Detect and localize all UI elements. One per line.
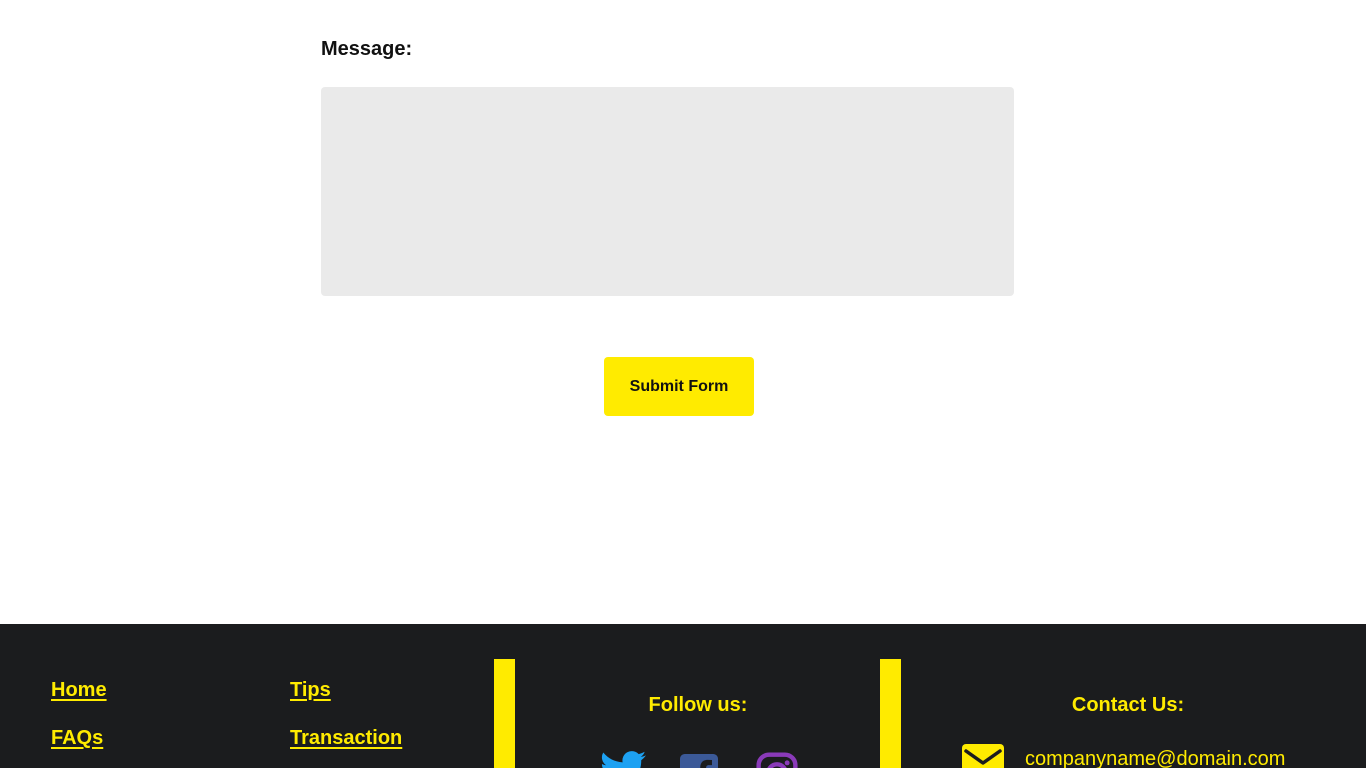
contact-email-link[interactable]: companyname@domain.com xyxy=(1025,748,1285,768)
footer-link-transaction[interactable]: Transaction xyxy=(290,727,402,750)
page: Message: Submit Form Home FAQs Tips Tran… xyxy=(0,0,1366,768)
contact-us-heading: Contact Us: xyxy=(1071,694,1185,716)
footer-link-faqs[interactable]: FAQs xyxy=(51,727,103,750)
footer-divider-left xyxy=(494,659,515,768)
footer-link-tips[interactable]: Tips xyxy=(290,679,331,702)
instagram-icon[interactable] xyxy=(756,752,798,768)
mail-icon xyxy=(962,744,1004,768)
follow-us-heading: Follow us: xyxy=(648,694,748,716)
submit-form-button[interactable]: Submit Form xyxy=(604,357,754,416)
message-label: Message: xyxy=(321,38,413,60)
facebook-icon[interactable] xyxy=(680,754,718,768)
footer-divider-right xyxy=(880,659,901,768)
footer-link-home[interactable]: Home xyxy=(51,679,107,702)
message-textarea[interactable] xyxy=(321,87,1014,296)
twitter-icon[interactable] xyxy=(600,750,646,768)
footer: Home FAQs Tips Transaction Follow us: Co… xyxy=(0,624,1366,768)
